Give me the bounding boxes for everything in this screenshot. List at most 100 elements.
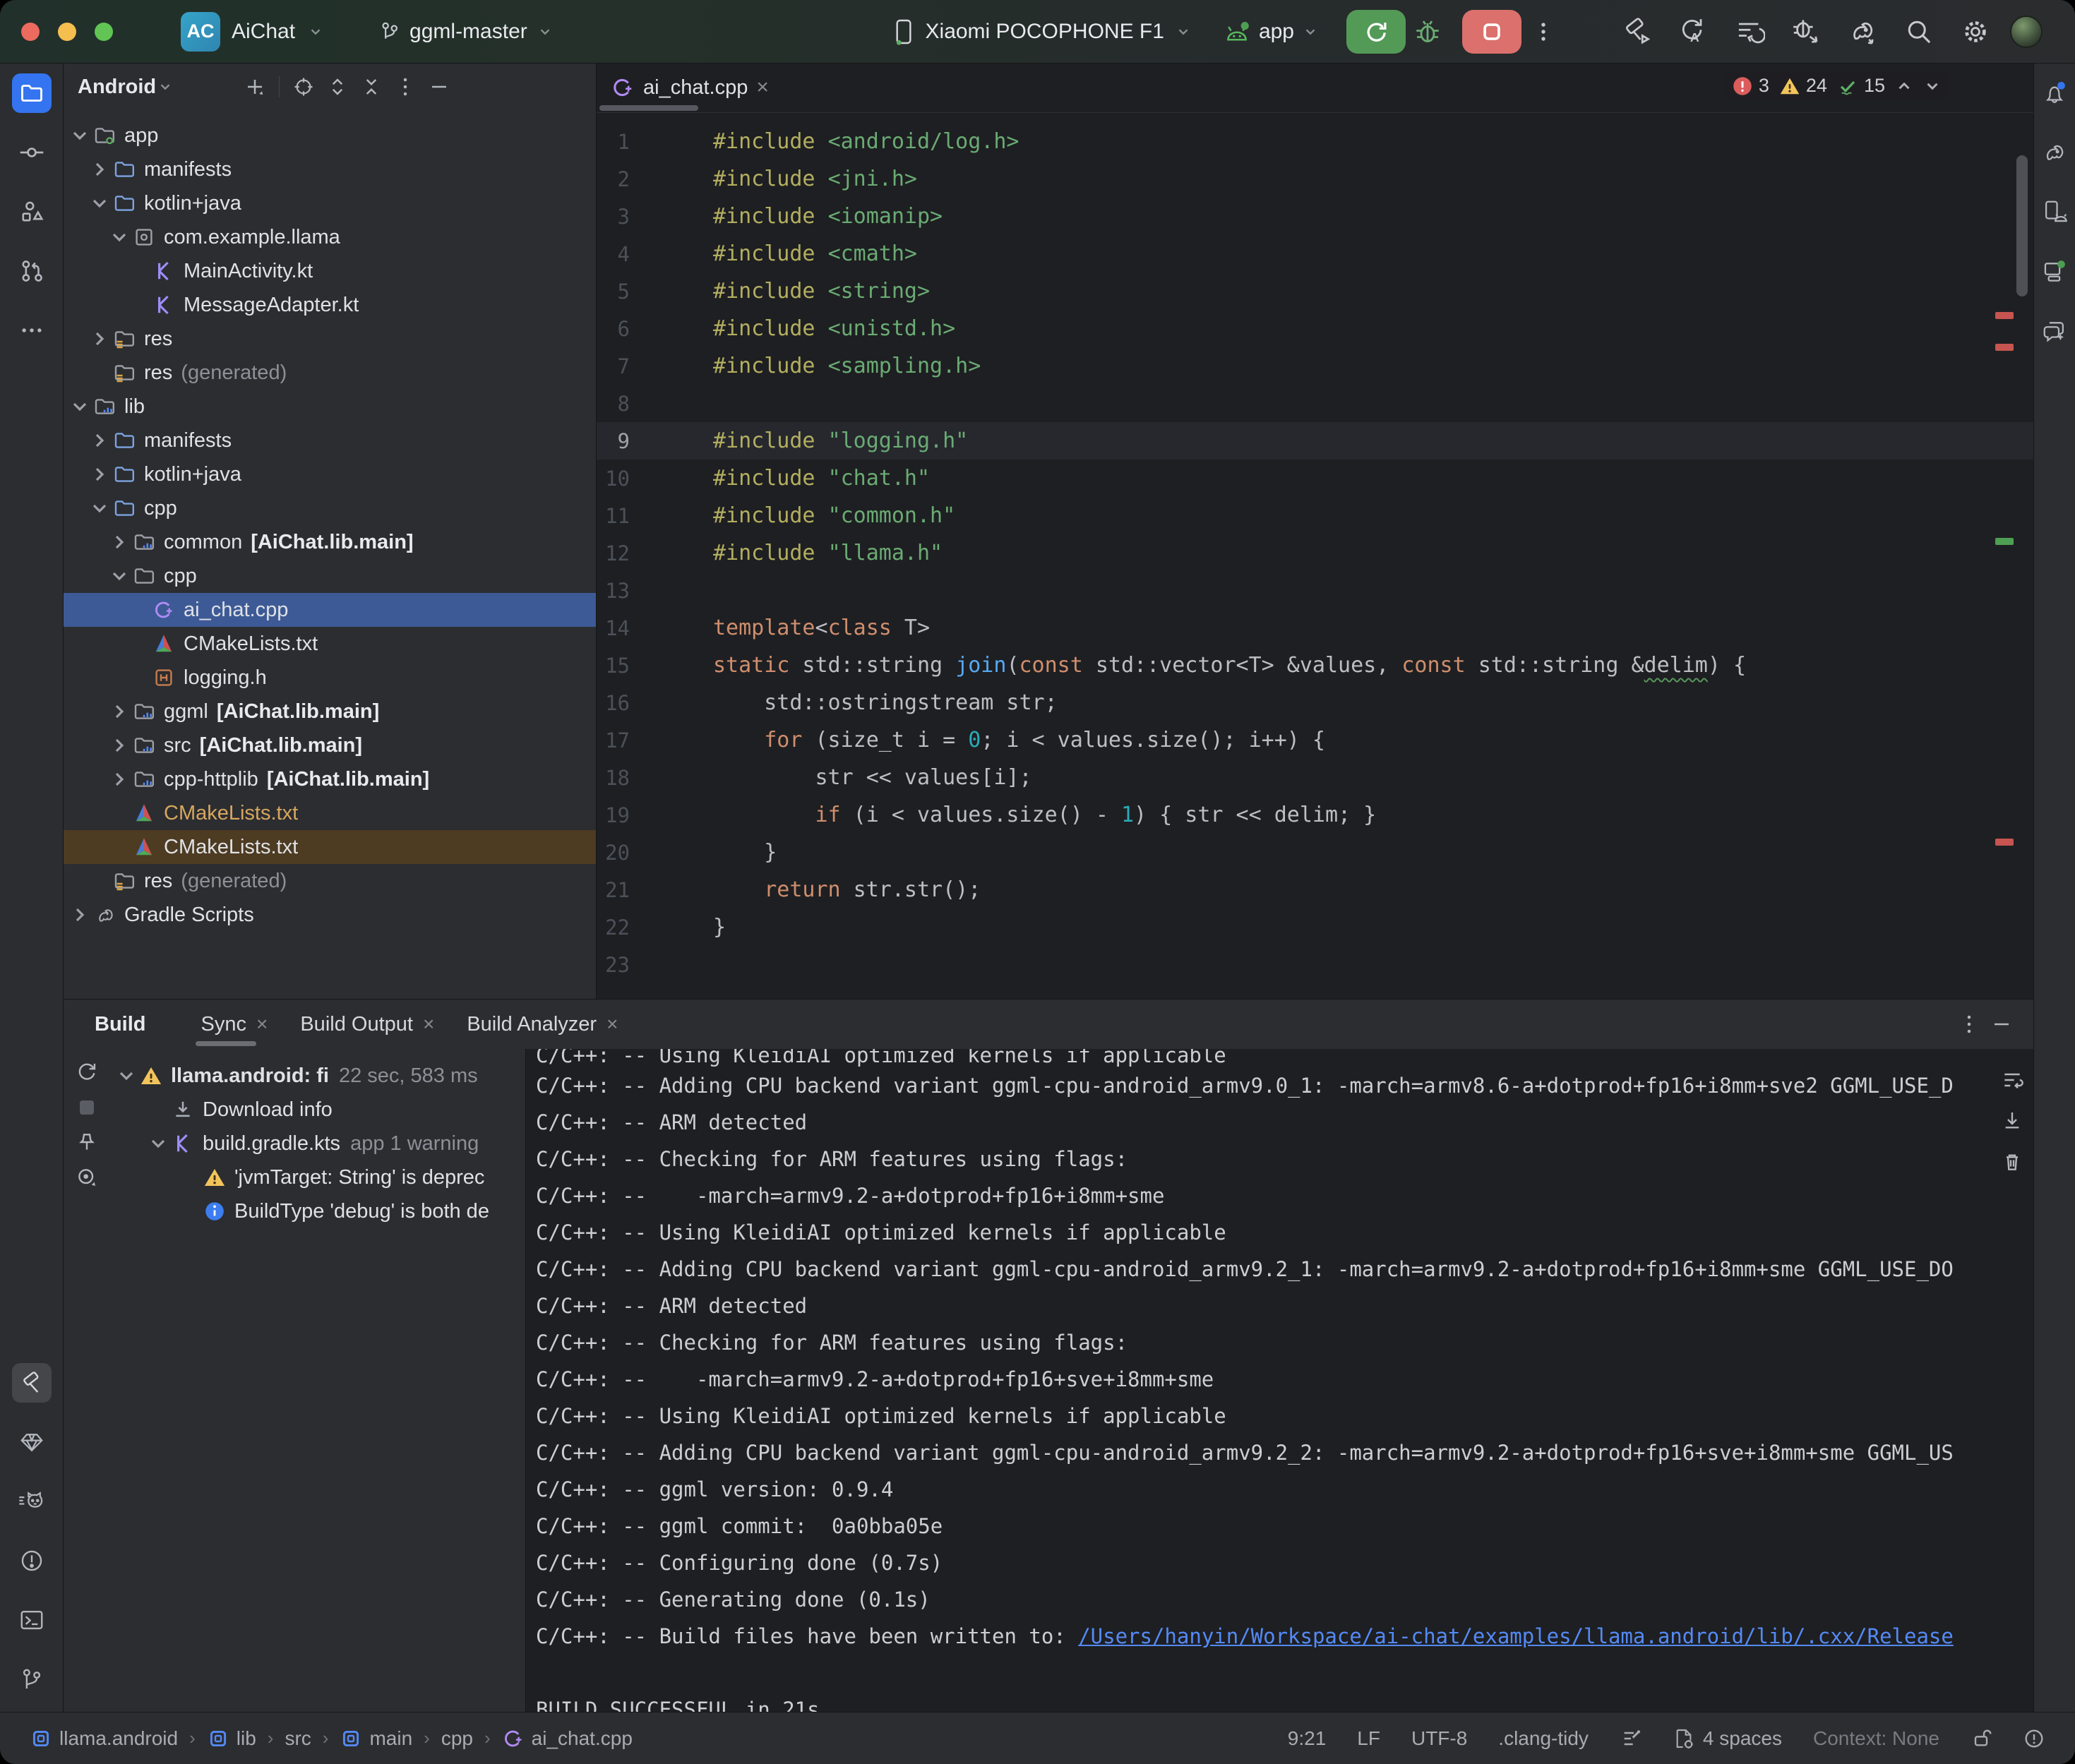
- project-tree-row[interactable]: com.example.llama: [64, 220, 596, 254]
- formatter-widget[interactable]: [1620, 1727, 1642, 1750]
- code-line[interactable]: 16 std::ostringstream str;: [597, 684, 2033, 721]
- chevron-down-icon[interactable]: [68, 124, 92, 148]
- attach-debugger-button[interactable]: [1784, 10, 1828, 54]
- chevron-down-icon[interactable]: [107, 225, 131, 249]
- project-tree-row[interactable]: app: [64, 119, 596, 152]
- code-line[interactable]: 5 #include <string>: [597, 272, 2033, 310]
- minimize-panel-icon[interactable]: [1991, 1014, 2012, 1035]
- code-line[interactable]: 1 #include <android/log.h>: [597, 123, 2033, 160]
- line-number[interactable]: 19: [597, 803, 713, 827]
- code-line[interactable]: 10 #include "chat.h": [597, 460, 2033, 497]
- breadcrumb-item[interactable]: llama.android: [30, 1727, 178, 1750]
- chevron-down-icon[interactable]: [114, 1064, 138, 1088]
- line-number[interactable]: 23: [597, 953, 713, 977]
- change-stripe-mark[interactable]: [1995, 538, 2014, 545]
- project-view-selector[interactable]: Android: [78, 76, 156, 99]
- error-stripe-mark[interactable]: [1995, 312, 2014, 319]
- running-devices-tool-button[interactable]: [2035, 251, 2074, 291]
- next-issue-icon[interactable]: [1923, 77, 1942, 95]
- code-line[interactable]: 11 #include "common.h": [597, 497, 2033, 534]
- project-tree-row[interactable]: CMakeLists.txt: [64, 796, 596, 830]
- line-number[interactable]: 21: [597, 878, 713, 902]
- build-tree-row[interactable]: 'jvmTarget: String' is deprec: [110, 1160, 525, 1194]
- device-selector[interactable]: Xiaomi POCOPHONE F1: [892, 18, 1191, 46]
- chevron-right-icon[interactable]: [88, 428, 112, 452]
- app-quality-insights-button[interactable]: [12, 1422, 52, 1462]
- line-number[interactable]: 9: [597, 429, 713, 453]
- build-project-button[interactable]: [1615, 10, 1658, 54]
- clear-console-icon[interactable]: [2001, 1151, 2023, 1173]
- settings-button[interactable]: [1954, 10, 1997, 54]
- breadcrumb-item[interactable]: src: [285, 1727, 311, 1750]
- error-stripe-mark[interactable]: [1995, 839, 2014, 846]
- project-tree-row[interactable]: manifests: [64, 424, 596, 457]
- run-configuration-selector[interactable]: app: [1222, 18, 1318, 46]
- more-tools-button[interactable]: [12, 311, 52, 350]
- event-log-widget[interactable]: [2023, 1727, 2045, 1750]
- pin-icon[interactable]: [76, 1131, 98, 1153]
- breadcrumb-item[interactable]: main: [340, 1727, 412, 1750]
- code-line[interactable]: 12 #include "llama.h": [597, 534, 2033, 572]
- line-number[interactable]: 1: [597, 130, 713, 154]
- lock-widget[interactable]: [1971, 1727, 1992, 1750]
- code-line[interactable]: 22 }: [597, 908, 2033, 946]
- build-tree-row[interactable]: build.gradle.kts app 1 warning: [110, 1127, 525, 1160]
- breadcrumb-item[interactable]: ai_chat.cpp: [502, 1727, 633, 1750]
- line-number[interactable]: 7: [597, 354, 713, 378]
- code-line[interactable]: 8: [597, 385, 2033, 422]
- build-tab-sync[interactable]: Sync ×: [189, 1003, 281, 1046]
- chevron-down-icon[interactable]: [88, 191, 112, 215]
- project-tree-row[interactable]: kotlin+java: [64, 186, 596, 220]
- code-line[interactable]: 21 return str.str();: [597, 871, 2033, 908]
- code-line[interactable]: 4 #include <cmath>: [597, 235, 2033, 272]
- line-number[interactable]: 22: [597, 916, 713, 940]
- line-number[interactable]: 13: [597, 579, 713, 603]
- chevron-right-icon[interactable]: [107, 767, 131, 791]
- line-number[interactable]: 18: [597, 766, 713, 790]
- gradle-tool-button[interactable]: [2035, 133, 2074, 172]
- collapse-all-button[interactable]: [357, 73, 385, 101]
- project-tool-button[interactable]: [12, 73, 52, 113]
- device-manager-tool-button[interactable]: [2035, 192, 2074, 232]
- code-changes-button[interactable]: [1728, 10, 1771, 54]
- panel-options-button[interactable]: [391, 73, 419, 101]
- build-options-icon[interactable]: [1964, 1014, 1974, 1035]
- code-line[interactable]: 3 #include <iomanip>: [597, 198, 2033, 235]
- project-tree-row[interactable]: common [AiChat.lib.main]: [64, 525, 596, 559]
- build-tab-build-output[interactable]: Build Output ×: [287, 1003, 447, 1046]
- project-tree-row[interactable]: ai_chat.cpp: [64, 593, 596, 627]
- close-tab-icon[interactable]: ×: [756, 77, 769, 98]
- gradle-sync-button[interactable]: [1841, 10, 1884, 54]
- line-number[interactable]: 15: [597, 654, 713, 678]
- gemini-tool-button[interactable]: [2035, 311, 2074, 350]
- project-tree-row[interactable]: src [AiChat.lib.main]: [64, 728, 596, 762]
- code-line[interactable]: 14 template<class T>: [597, 609, 2033, 647]
- hide-panel-button[interactable]: [425, 73, 453, 101]
- project-tree-row[interactable]: lib: [64, 390, 596, 424]
- build-tab-build-analyzer[interactable]: Build Analyzer ×: [454, 1003, 630, 1046]
- chevron-right-icon[interactable]: [68, 903, 92, 927]
- prev-issue-icon[interactable]: [1895, 77, 1913, 95]
- scroll-to-end-icon[interactable]: [2001, 1110, 2023, 1132]
- close-window-button[interactable]: [21, 23, 40, 41]
- build-tool-button[interactable]: [12, 1363, 52, 1403]
- close-tab-icon[interactable]: ×: [423, 1013, 434, 1036]
- breadcrumb-item[interactable]: cpp: [441, 1727, 473, 1750]
- code-line[interactable]: 20 }: [597, 834, 2033, 871]
- problems-tool-button[interactable]: [12, 1541, 52, 1580]
- commit-tool-button[interactable]: [12, 133, 52, 172]
- project-tree-row[interactable]: cpp: [64, 491, 596, 525]
- line-number[interactable]: 11: [597, 504, 713, 528]
- build-tree-row[interactable]: Download info: [110, 1093, 525, 1127]
- close-tab-icon[interactable]: ×: [256, 1013, 268, 1036]
- console-file-link[interactable]: /Users/hanyin/Workspace/ai-chat/examples…: [1078, 1624, 1954, 1648]
- line-number[interactable]: 14: [597, 616, 713, 640]
- chevron-right-icon[interactable]: [107, 733, 131, 757]
- line-number[interactable]: 17: [597, 728, 713, 752]
- project-tree-row[interactable]: CMakeLists.txt: [64, 627, 596, 661]
- project-tree-row[interactable]: ggml [AiChat.lib.main]: [64, 695, 596, 728]
- chevron-right-icon[interactable]: [107, 530, 131, 554]
- chevron-down-icon[interactable]: [88, 496, 112, 520]
- code-line[interactable]: 23: [597, 946, 2033, 983]
- line-number[interactable]: 2: [597, 167, 713, 191]
